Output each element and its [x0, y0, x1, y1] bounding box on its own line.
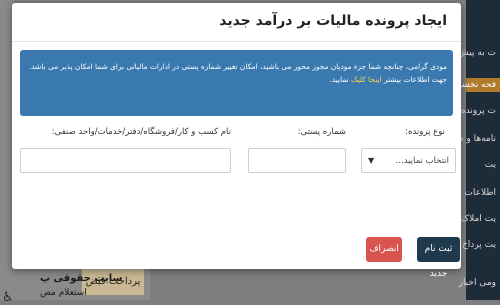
- postal-code-input[interactable]: [248, 148, 346, 173]
- alert-suffix: نمایید.: [329, 75, 349, 84]
- logo-text: سایت حقوقی پ: [40, 273, 123, 284]
- background-sidebar: ت به پیش فحه نخست ت پرونده نامه‌ها و م ی…: [436, 0, 500, 300]
- sidebar-item[interactable]: ومی اخبار: [459, 278, 496, 288]
- modal-title: ایجاد پرونده مالیات بر درآمد جدید: [219, 13, 447, 29]
- alert-text: مودی گرامی، چنانچه شما جزء مودیان مجوز م…: [28, 62, 447, 84]
- cancel-button[interactable]: انصراف: [366, 237, 402, 262]
- new-tax-file-modal: ایجاد پرونده مالیات بر درآمد جدید مودی گ…: [12, 3, 461, 279]
- alert-link[interactable]: اینجا کلیک: [351, 75, 382, 84]
- business-name-label: نام کسب و کار/فروشگاه/دفتر/خدمات/واحد صن…: [51, 127, 231, 137]
- sidebar-item[interactable]: ت پرونده: [461, 106, 496, 116]
- logo-subtext: استعلام مص: [40, 288, 87, 298]
- sidebar-item[interactable]: یت: [485, 160, 496, 170]
- sidebar-item[interactable]: ت به پیش: [458, 48, 496, 58]
- sidebar-item-home[interactable]: فحه نخست: [453, 78, 500, 92]
- tax-file-type-label: نوع پرونده:: [405, 127, 445, 137]
- sidebar-item[interactable]: یت املاک: [461, 214, 496, 224]
- tax-file-type-select[interactable]: انتخاب نمایید... ▼: [361, 148, 456, 173]
- business-name-input[interactable]: [20, 148, 231, 173]
- postal-code-label: شماره پستی:: [297, 127, 346, 137]
- chevron-down-icon: ▼: [368, 156, 375, 165]
- tax-file-type-value: انتخاب نمایید...: [395, 155, 449, 166]
- modal-header: ایجاد پرونده مالیات بر درآمد جدید: [12, 3, 461, 42]
- register-new-button[interactable]: ثبت نام جدید: [417, 237, 460, 279]
- info-alert: مودی گرامی، چنانچه شما جزء مودیان مجوز م…: [20, 50, 453, 116]
- accessibility-icon[interactable]: ♿: [2, 290, 16, 305]
- sidebar-item[interactable]: یت پرداخ: [462, 240, 496, 250]
- sidebar-item[interactable]: نامه‌ها و م: [458, 134, 496, 144]
